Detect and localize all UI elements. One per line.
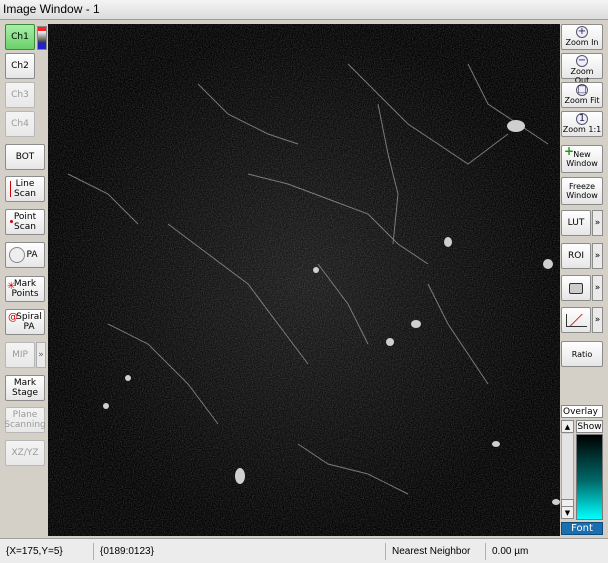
camera-icon: [569, 282, 583, 294]
snapshot-button[interactable]: [561, 275, 591, 301]
mark-stage-label: Mark Stage: [11, 378, 38, 398]
font-label: Font: [571, 523, 593, 534]
pixel-value: {0189:0123}: [96, 543, 386, 560]
line-scan-label: Line Scan: [14, 179, 36, 199]
point-scan-button[interactable]: Point Scan: [5, 209, 45, 235]
mark-points-label: Mark Points: [11, 279, 39, 299]
mark-points-icon: ✳: [7, 281, 16, 292]
mark-stage-button[interactable]: Mark Stage: [5, 375, 45, 401]
histogram-chevron-icon[interactable]: »: [592, 307, 603, 333]
xz-yz-label: XZ/YZ: [11, 448, 39, 458]
zoom-fit-icon: □: [576, 84, 588, 96]
ratio-button[interactable]: Ratio: [561, 341, 603, 367]
overlay-scrollbar[interactable]: [561, 434, 574, 506]
channel-2-label: Ch2: [11, 61, 29, 71]
roi-chevron-icon[interactable]: »: [592, 243, 603, 269]
channel-3-label: Ch3: [11, 90, 29, 100]
channel-1-button[interactable]: Ch1: [5, 24, 35, 50]
zoom-in-label: Zoom In: [565, 38, 599, 47]
zoom-fit-label: Zoom Fit: [564, 96, 600, 105]
freeze-window-label: Freeze Window: [566, 182, 598, 200]
lut-button[interactable]: LUT: [561, 210, 591, 236]
xz-yz-button[interactable]: XZ/YZ: [5, 440, 45, 466]
font-button[interactable]: Font: [561, 522, 603, 535]
line-scan-icon: [10, 181, 13, 197]
zoom-in-icon: +: [576, 26, 588, 38]
zoom-out-button[interactable]: − Zoom Out: [561, 53, 603, 85]
status-bar: {X=175,Y=5} {0189:0123} Nearest Neighbor…: [0, 538, 608, 563]
ratio-label: Ratio: [571, 349, 593, 359]
lut-color-scale: [576, 434, 603, 520]
lut-chevron-icon[interactable]: »: [592, 210, 603, 236]
bot-button[interactable]: BOT: [5, 144, 45, 170]
zoom-actual-icon: 1: [576, 113, 588, 125]
mark-points-button[interactable]: ✳ Mark Points: [5, 276, 45, 302]
mip-button[interactable]: MIP: [5, 342, 35, 368]
show-button[interactable]: Show: [576, 420, 603, 433]
bot-label: BOT: [15, 152, 35, 162]
mip-dropdown-chevron-icon[interactable]: »: [36, 342, 46, 368]
channel-3-button[interactable]: Ch3: [5, 82, 35, 108]
distance-readout: 0.00 µm: [492, 546, 529, 557]
show-label: Show: [577, 421, 602, 432]
window-title: Image Window - 1: [3, 2, 100, 16]
microscopy-image[interactable]: [48, 24, 560, 536]
snapshot-chevron-icon[interactable]: »: [592, 275, 603, 301]
spiral-icon: @: [8, 312, 18, 323]
scroll-up-icon[interactable]: ▲: [561, 420, 574, 433]
window-frame: Ch1 Ch2 Ch3 Ch4 BOT Line Scan Point Scan P…: [0, 20, 608, 563]
histogram-icon: [565, 313, 587, 327]
pa-button[interactable]: PA: [5, 242, 45, 268]
interpolation-mode: Nearest Neighbor: [388, 543, 486, 560]
spiral-pa-label: Spiral PA: [16, 312, 42, 332]
overlay-label: Overlay: [561, 405, 603, 418]
channel-2-button[interactable]: Ch2: [5, 53, 35, 79]
title-bar: Image Window - 1: [0, 0, 608, 20]
plus-icon: +: [564, 144, 575, 158]
microscopy-image-canvas: [48, 24, 560, 536]
plane-scanning-button[interactable]: Plane Scanning: [4, 407, 46, 433]
plane-scanning-label: Plane Scanning: [4, 410, 46, 430]
cursor-position: {X=175,Y=5}: [2, 543, 94, 560]
zoom-out-icon: −: [576, 55, 588, 67]
point-scan-icon: [10, 220, 13, 223]
zoom-in-button[interactable]: + Zoom In: [561, 24, 603, 50]
scroll-down-icon[interactable]: ▼: [561, 506, 574, 519]
zoom-fit-button[interactable]: □ Zoom Fit: [561, 82, 603, 108]
channel-1-label: Ch1: [11, 32, 29, 42]
histogram-button[interactable]: [561, 307, 591, 333]
photoactivation-icon: [9, 247, 25, 263]
new-window-button[interactable]: + New Window: [561, 145, 603, 173]
roi-label: ROI: [568, 251, 584, 261]
channel-4-button[interactable]: Ch4: [5, 111, 35, 137]
roi-button[interactable]: ROI: [561, 243, 591, 269]
zoom-1-1-button[interactable]: 1 Zoom 1:1: [561, 111, 603, 137]
pa-label: PA: [26, 250, 38, 260]
freeze-window-button[interactable]: Freeze Window: [561, 177, 603, 205]
channel-4-label: Ch4: [11, 119, 29, 129]
line-scan-button[interactable]: Line Scan: [5, 176, 45, 202]
mip-label: MIP: [12, 350, 28, 360]
zoom-1-1-label: Zoom 1:1: [562, 125, 602, 134]
channel-color-indicator: [37, 26, 47, 50]
lut-label: LUT: [567, 218, 585, 228]
point-scan-label: Point Scan: [13, 212, 37, 232]
spiral-pa-button[interactable]: @ Spiral PA: [5, 309, 45, 335]
